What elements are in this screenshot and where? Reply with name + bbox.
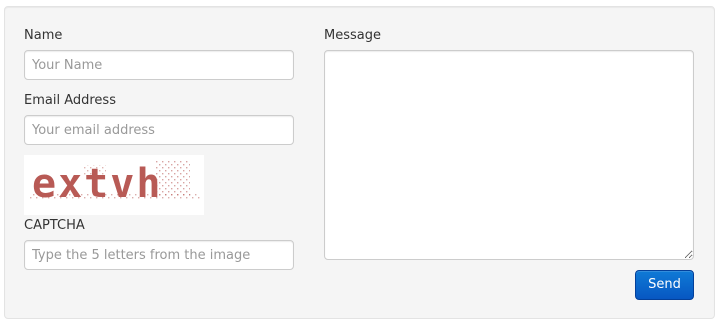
send-button[interactable]: Send (635, 270, 694, 300)
captcha-input[interactable] (24, 240, 294, 270)
email-label: Email Address (24, 93, 116, 108)
message-label: Message (324, 28, 381, 43)
captcha-text: extvh (32, 161, 162, 207)
name-input[interactable] (24, 50, 294, 80)
captcha-label: CAPTCHA (24, 218, 85, 233)
captcha-image-graphic: extvh (30, 161, 200, 207)
captcha-image: extvh (24, 155, 204, 215)
message-textarea[interactable] (324, 50, 694, 260)
name-label: Name (24, 28, 63, 43)
email-input[interactable] (24, 115, 294, 145)
